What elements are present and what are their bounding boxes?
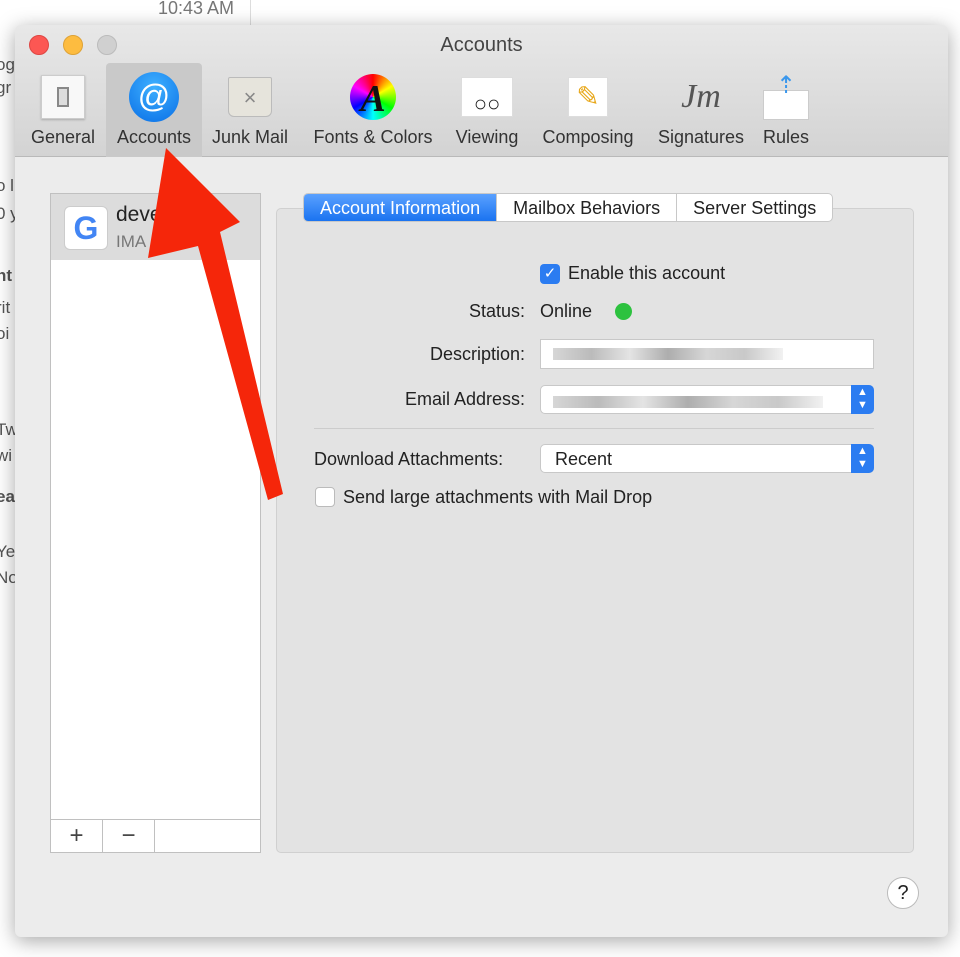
annotation-arrow-icon [148, 148, 283, 500]
